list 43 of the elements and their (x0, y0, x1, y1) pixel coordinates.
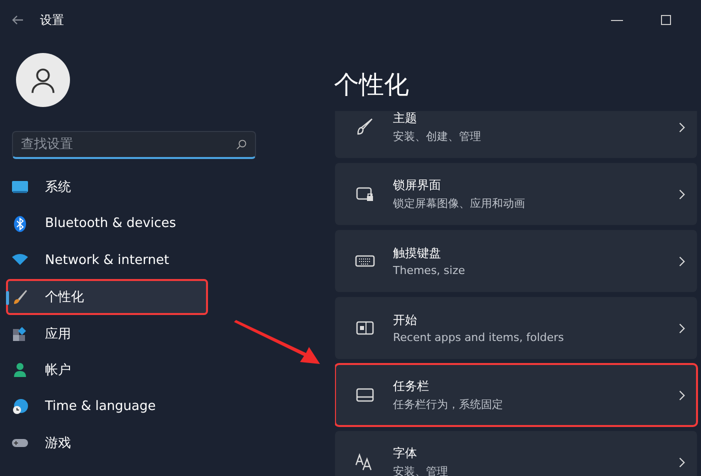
card-title: 锁屏界面 (393, 177, 442, 194)
globe-icon (11, 398, 29, 416)
sidebar-item[interactable]: Network & internet (6, 242, 268, 279)
card-title: 字体 (393, 445, 418, 462)
card-subtitle: 任务栏行为，系统固定 (393, 397, 504, 412)
card-title: 开始 (393, 312, 418, 329)
chevron-icon (678, 390, 685, 400)
search-icon (236, 139, 247, 150)
sidebar-item[interactable]: Time & language (6, 388, 268, 426)
settings-card[interactable]: 开始 Recent apps and items, folders (335, 297, 697, 359)
sidebar-item[interactable]: 系统 (6, 169, 268, 206)
card-subtitle: 安装、创建、管理 (393, 129, 482, 144)
card-subtitle: Themes, size (393, 264, 466, 277)
chevron-icon (678, 322, 685, 334)
settings-card[interactable]: 触摸键盘 Themes, size (335, 230, 697, 292)
window-title: 设置 (40, 12, 64, 28)
card-title: 触摸键盘 (393, 245, 442, 262)
search-field[interactable]: 查找设置 (12, 131, 256, 159)
chevron-icon (678, 188, 685, 200)
sidebar-item[interactable]: 帐户 (6, 352, 268, 389)
chevron-icon (678, 256, 685, 266)
maximize-button[interactable] (661, 15, 671, 25)
bluetooth-icon (11, 214, 29, 233)
card-title: 任务栏 (393, 378, 430, 395)
card-subtitle: Recent apps and items, folders (393, 331, 565, 344)
chevron-icon (678, 456, 685, 468)
card-subtitle: 锁定屏幕图像、应用和动画 (393, 196, 526, 211)
settings-card[interactable]: 任务栏 任务栏行为，系统固定 (335, 364, 697, 426)
person-icon (11, 361, 29, 380)
settings-card[interactable]: 主题 安装、创建、管理 (335, 111, 697, 158)
sidebar-item[interactable]: 游戏 (6, 425, 268, 462)
page-title: 个性化 (334, 69, 410, 101)
back-arrow-icon[interactable] (12, 14, 24, 26)
avatar-icon (16, 53, 70, 107)
card-title: 主题 (393, 111, 418, 127)
settings-card[interactable]: 锁屏界面 锁定屏幕图像、应用和动画 (335, 163, 697, 225)
sidebar-item[interactable]: 个性化 (6, 278, 208, 316)
chevron-icon (678, 122, 685, 132)
sidebar-item[interactable]: 应用 (6, 315, 268, 352)
brush-icon (11, 288, 29, 306)
apps-icon (11, 324, 29, 343)
brush-icon (355, 117, 375, 137)
sidebar-item[interactable]: Bluetooth & devices (6, 206, 268, 242)
